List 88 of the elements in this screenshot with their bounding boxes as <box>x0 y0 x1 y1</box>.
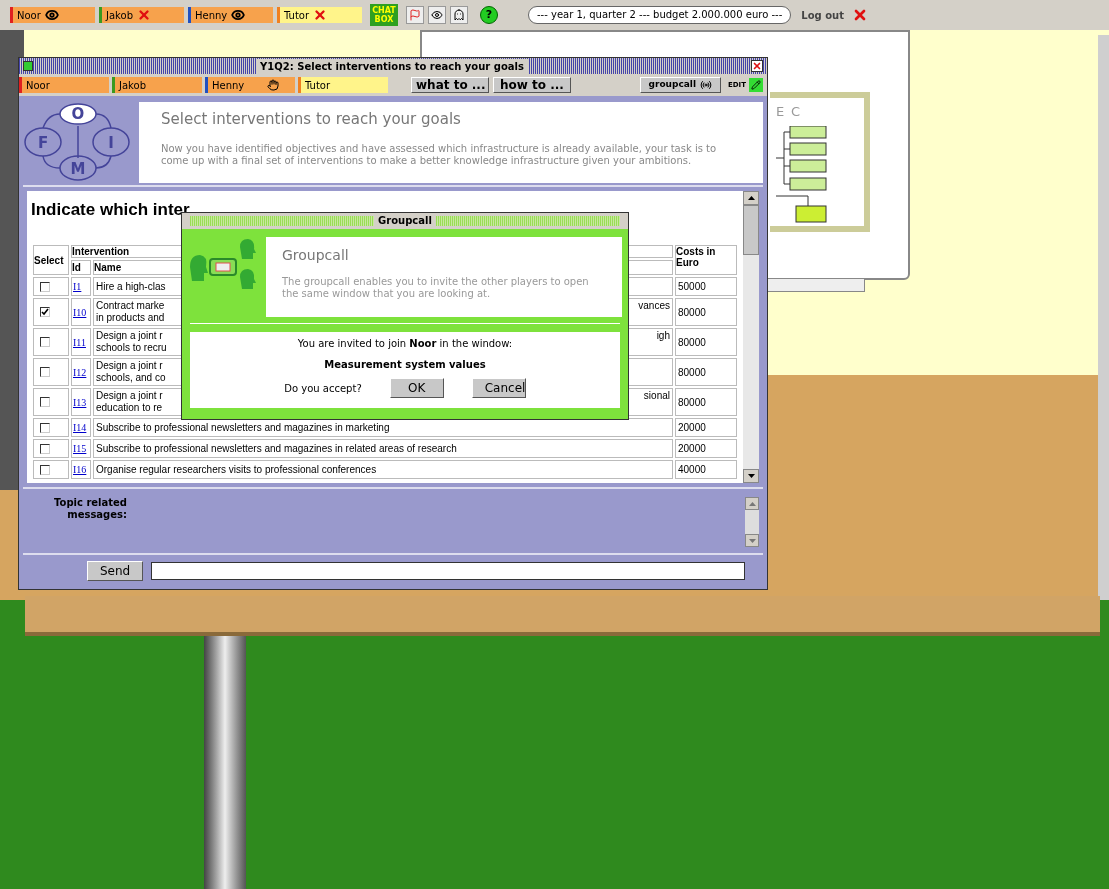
intervention-name: Hire a high-clas <box>96 280 166 293</box>
messages-label: Topic related messages: <box>53 496 127 522</box>
dialog-description: The groupcall enables you to invite the other players to open the same window that you are looking at. <box>282 276 590 300</box>
accept-question: Do you accept? <box>284 381 362 396</box>
intervention-name: igh <box>656 330 670 342</box>
intervention-name: Contract marke in products and <box>96 300 165 324</box>
window-name: Measurement system values <box>324 358 486 372</box>
player-name: Jakob <box>119 78 146 93</box>
column-header: Costs in Euro <box>675 245 737 275</box>
player-tab[interactable]: Jakob <box>99 7 184 23</box>
player-tab[interactable]: Tutor <box>298 77 388 93</box>
column-header: Select <box>33 245 69 275</box>
window-icon <box>23 61 33 71</box>
player-name: Noor <box>17 8 41 23</box>
intervention-name: Design a joint r education to re <box>96 390 163 414</box>
player-tab[interactable]: Jakob <box>112 77 202 93</box>
intervention-name: vances <box>638 300 670 312</box>
player-tab[interactable]: Noor <box>10 7 95 23</box>
window-title: Y1Q2: Select interventions to reach your goals <box>256 58 528 74</box>
player-name: Tutor <box>305 78 331 93</box>
logo-letter: M <box>70 160 86 178</box>
intervention-name: Subscribe to professional newsletters and magazines in marketing <box>96 421 390 434</box>
help-menu-button[interactable]: how to ... <box>493 77 571 93</box>
eye-button[interactable] <box>428 6 446 24</box>
ghost-button[interactable] <box>450 6 468 24</box>
eye-icon <box>231 8 246 22</box>
help-menu-button[interactable]: what to ... <box>411 77 489 93</box>
cancel-button[interactable]: Cancel <box>471 378 526 398</box>
player-tab[interactable]: Noor <box>19 77 109 93</box>
intro-text: Now you have identified objectives and have assessed which infrastructure is already available, your task is to come up with a final set of interventions to make a better knowledge infrastructure given your ambitions. <box>161 142 718 167</box>
column-header: Id <box>71 260 91 275</box>
scroll-down-icon[interactable] <box>743 469 759 483</box>
intervention-name: Organise regular researchers visits to professional conferences <box>96 463 377 476</box>
message-input-field[interactable] <box>151 562 745 580</box>
invitation-text: You are invited to join Noor in the window: <box>297 337 513 351</box>
player-tab[interactable]: Henny <box>205 77 295 93</box>
poster-title: E C <box>776 103 802 121</box>
player-name: Henny <box>195 8 228 23</box>
cost-value: 20000 <box>678 422 706 433</box>
checkbox[interactable] <box>40 422 50 433</box>
pencil-icon <box>751 80 761 90</box>
cost-value: 50000 <box>678 281 706 292</box>
help-button[interactable]: ? <box>480 6 498 24</box>
scrollbar[interactable] <box>743 191 759 483</box>
scroll-up-icon[interactable] <box>743 191 759 205</box>
cost-value: 40000 <box>678 464 706 475</box>
cost-value: 20000 <box>678 443 706 454</box>
groupcall-button[interactable]: groupcall <box>639 77 721 93</box>
scroll-thumb[interactable] <box>743 205 759 255</box>
close-button[interactable] <box>751 60 763 72</box>
logo-letter: I <box>108 134 114 152</box>
checkbox[interactable] <box>40 397 50 407</box>
checkbox[interactable] <box>40 337 50 347</box>
cost-value: 80000 <box>678 336 706 348</box>
intervention-name: Design a joint r schools, and co <box>96 360 166 384</box>
cost-value: 80000 <box>678 396 706 408</box>
dialog-title: Groupcall <box>374 216 436 226</box>
logo-letter: F <box>37 134 49 152</box>
player-name: Henny <box>212 78 245 93</box>
logout-button[interactable]: Log out <box>801 7 844 23</box>
player-name: Noor <box>26 78 50 93</box>
player-name: Jakob <box>106 8 133 23</box>
logo-letter: O <box>71 105 85 123</box>
player-tab[interactable]: Tutor <box>277 7 362 23</box>
flag-icon <box>409 9 421 21</box>
budget-display: --- year 1, quarter 2 --- budget 2.000.000 euro --- <box>528 6 792 24</box>
eye-icon <box>44 8 59 22</box>
checkbox[interactable] <box>40 367 50 377</box>
player-name: Tutor <box>284 8 310 23</box>
intervention-name: Subscribe to professional newsletters and magazines in related areas of research <box>96 442 457 455</box>
intervention-name: sional <box>643 390 670 402</box>
signal-icon <box>700 79 712 91</box>
intro-heading: Select interventions to reach your goals <box>161 109 462 130</box>
cross-icon <box>313 8 328 22</box>
intervention-name: Design a joint r schools to recru <box>96 330 167 354</box>
checkbox[interactable] <box>40 281 50 292</box>
checkbox[interactable] <box>40 443 50 454</box>
checkbox[interactable] <box>40 464 50 475</box>
player-tab[interactable]: Henny <box>188 7 273 23</box>
edit-button[interactable] <box>749 78 763 92</box>
checkbox[interactable] <box>40 307 50 317</box>
ghost-icon <box>453 9 465 21</box>
cost-value: 80000 <box>678 366 706 378</box>
eye-icon <box>431 9 443 21</box>
cost-value: 80000 <box>678 306 706 318</box>
ok-button[interactable]: OK <box>389 378 444 398</box>
send-button[interactable]: Send <box>87 561 144 581</box>
cross-icon <box>137 8 151 22</box>
